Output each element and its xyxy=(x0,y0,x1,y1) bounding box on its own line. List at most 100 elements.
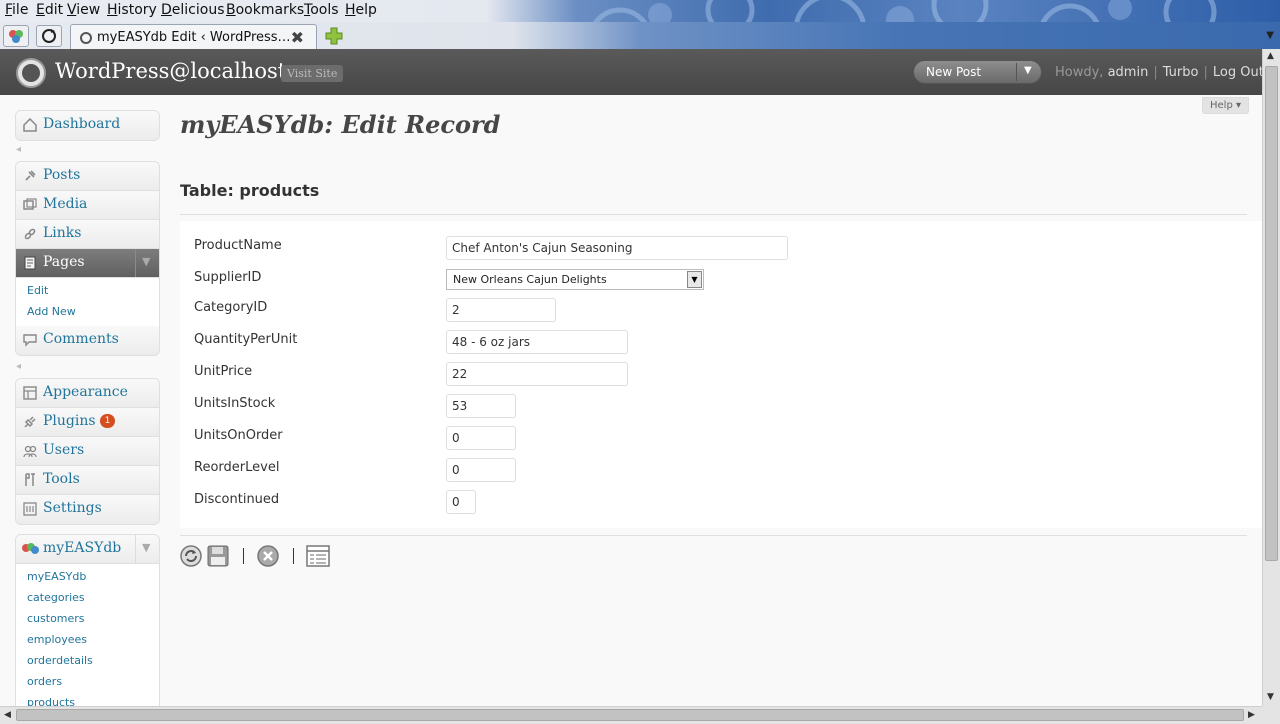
menu-history[interactable]: History xyxy=(107,2,157,18)
field-label-reorderlevel: ReorderLevel xyxy=(194,460,280,475)
tools-icon xyxy=(25,473,35,486)
page-title: myEASYdb: Edit Record xyxy=(180,110,501,139)
field-label-productname: ProductName xyxy=(194,238,282,253)
browser-tabbar: myEASYdb Edit ‹ WordPress… ✖ ▼ xyxy=(0,22,1280,49)
unitsonorder-input[interactable]: 0 xyxy=(446,426,516,450)
visit-site-button[interactable]: Visit Site xyxy=(281,65,344,82)
admin-content: Dashboard ◂ Posts Media Links Pages ▼ Ed… xyxy=(0,95,1262,706)
vertical-scrollbar[interactable]: ▲ ▼ xyxy=(1262,49,1280,706)
scroll-left-icon[interactable]: ◀ xyxy=(4,710,11,720)
turbo-link[interactable]: Turbo xyxy=(1163,65,1199,80)
menu-view[interactable]: View xyxy=(67,2,100,18)
submenu-item-orders[interactable]: orders xyxy=(16,671,159,692)
sidebar-item-appearance[interactable]: Appearance xyxy=(16,379,159,408)
discontinued-input[interactable]: 0 xyxy=(446,490,476,514)
browser-menubar: File Edit View History Delicious Bookmar… xyxy=(0,0,1280,22)
sidebar-item-label: Appearance xyxy=(43,384,128,400)
submenu-item-customers[interactable]: customers xyxy=(16,608,159,629)
sidebar-item-myeasydb[interactable]: myEASYdb ▼ xyxy=(16,535,159,564)
horizontal-scroll-thumb[interactable] xyxy=(16,709,1244,721)
myeasydb-icon xyxy=(22,543,39,554)
myeasydb-toggle[interactable]: ▼ xyxy=(135,535,159,563)
menu-bookmarks[interactable]: Bookmarks xyxy=(226,2,304,18)
submenu-item-products[interactable]: products xyxy=(16,692,159,706)
chevron-down-icon[interactable]: ▼ xyxy=(687,271,702,288)
list-view-button[interactable] xyxy=(306,544,330,568)
plus-icon xyxy=(325,27,343,45)
pages-toggle[interactable]: ▼ xyxy=(135,249,159,277)
help-button[interactable]: Help ▾ xyxy=(1202,97,1250,114)
sidebar-item-users[interactable]: Users xyxy=(16,437,159,466)
pages-icon xyxy=(24,256,36,270)
sidebar-item-label: Users xyxy=(43,442,85,458)
sidebar-item-plugins[interactable]: Plugins 1 xyxy=(16,408,159,437)
sidebar-item-pages[interactable]: Pages ▼ xyxy=(16,249,159,278)
horizontal-scrollbar[interactable]: ◀ ▶ xyxy=(0,706,1262,724)
sidebar-item-label: Plugins 1 xyxy=(43,413,116,429)
update-count-badge: 1 xyxy=(99,414,116,428)
menu-delicious[interactable]: Delicious xyxy=(161,2,225,18)
sidebar-item-posts[interactable]: Posts xyxy=(16,162,159,191)
sidebar-item-label: Pages xyxy=(43,254,85,270)
productname-input[interactable]: Chef Anton's Cajun Seasoning xyxy=(446,236,788,260)
scroll-right-icon[interactable]: ▶ xyxy=(1248,710,1255,720)
scroll-down-icon[interactable]: ▼ xyxy=(1267,692,1274,702)
toolbar-separator xyxy=(243,548,244,564)
reorderlevel-input[interactable]: 0 xyxy=(446,458,516,482)
submenu-item-edit[interactable]: Edit xyxy=(16,280,159,301)
menu-file[interactable]: File xyxy=(5,2,28,18)
unitsinstock-input[interactable]: 53 xyxy=(446,394,516,418)
save-button[interactable] xyxy=(206,544,230,568)
supplierid-select[interactable]: New Orleans Cajun Delights ▼ xyxy=(446,269,704,290)
sidebar-item-media[interactable]: Media xyxy=(16,191,159,220)
submenu-item-myeasydb[interactable]: myEASYdb xyxy=(16,566,159,587)
sidebar-item-settings[interactable]: Settings xyxy=(16,495,159,524)
chevron-down-icon[interactable]: ▼ xyxy=(1024,65,1032,76)
plugins-label: Plugins xyxy=(43,413,96,429)
users-icon xyxy=(23,445,37,458)
quantityperunit-input[interactable]: 48 - 6 oz jars xyxy=(446,330,628,354)
field-label-quantityperunit: QuantityPerUnit xyxy=(194,332,298,347)
sync-button[interactable] xyxy=(36,25,62,47)
new-post-button[interactable]: New Post ▼ xyxy=(913,60,1042,84)
appearance-icon xyxy=(23,386,37,400)
edit-record-form: ProductName Chef Anton's Cajun Seasoning… xyxy=(180,221,1262,528)
sidebar-item-dashboard[interactable]: Dashboard xyxy=(16,111,159,140)
sync-icon xyxy=(42,29,56,43)
scroll-up-icon[interactable]: ▲ xyxy=(1267,51,1274,61)
field-label-supplierid: SupplierID xyxy=(194,270,262,285)
menu-tools[interactable]: Tools xyxy=(304,2,339,18)
submenu-item-add-new[interactable]: Add New xyxy=(16,301,159,322)
list-icon xyxy=(306,545,330,567)
tab-active[interactable]: myEASYdb Edit ‹ WordPress… ✖ xyxy=(70,24,317,49)
refresh-icon xyxy=(180,545,202,567)
submenu-item-orderdetails[interactable]: orderdetails xyxy=(16,650,159,671)
divider xyxy=(180,535,1247,536)
tab-list-dropdown-icon[interactable]: ▼ xyxy=(1266,30,1274,41)
sidebar-item-comments[interactable]: Comments xyxy=(16,326,159,355)
sidebar-item-tools[interactable]: Tools xyxy=(16,466,159,495)
logout-link[interactable]: Log Out xyxy=(1213,65,1264,80)
tab-groups-button[interactable] xyxy=(3,25,29,47)
new-tab-button[interactable] xyxy=(324,26,344,46)
categoryid-input[interactable]: 2 xyxy=(446,298,556,322)
user-link[interactable]: admin xyxy=(1108,65,1149,80)
howdy-text: Howdy, xyxy=(1055,65,1104,80)
unitprice-input[interactable]: 22 xyxy=(446,362,628,386)
menu-edit[interactable]: Edit xyxy=(36,2,63,18)
vertical-scroll-thumb[interactable] xyxy=(1265,66,1278,561)
menu-help[interactable]: Help xyxy=(345,2,377,18)
field-label-categoryid: CategoryID xyxy=(194,300,268,315)
close-icon[interactable]: ✖ xyxy=(291,28,304,47)
collapse-arrow-icon[interactable]: ◂ xyxy=(16,144,21,155)
site-title[interactable]: WordPress@localhost xyxy=(55,59,286,83)
collapse-arrow-icon[interactable]: ◂ xyxy=(16,361,21,372)
pushpin-icon xyxy=(25,170,36,181)
sidebar-item-label: myEASYdb xyxy=(43,540,122,556)
submenu-item-categories[interactable]: categories xyxy=(16,587,159,608)
sidebar-item-links[interactable]: Links xyxy=(16,220,159,249)
refresh-button[interactable] xyxy=(179,544,203,568)
tab-groups-icon xyxy=(9,30,23,43)
submenu-item-employees[interactable]: employees xyxy=(16,629,159,650)
cancel-button[interactable] xyxy=(256,544,280,568)
